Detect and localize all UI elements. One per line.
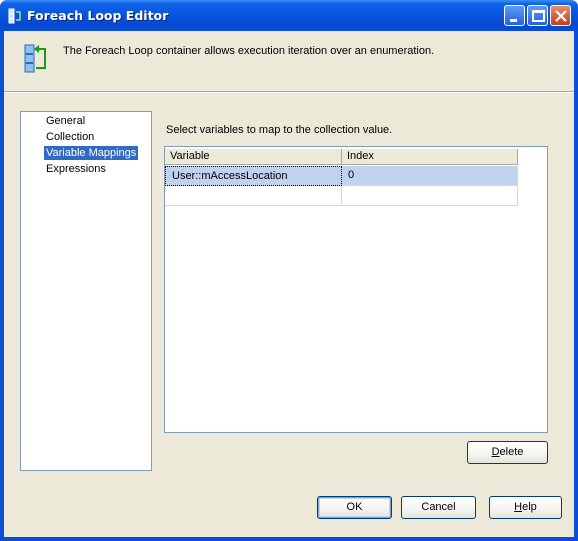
cell-index-new[interactable] — [342, 186, 518, 206]
nav-item-expressions[interactable]: Expressions — [44, 162, 108, 176]
foreach-loop-container-icon — [24, 44, 46, 73]
cancel-button[interactable]: Cancel — [401, 496, 476, 519]
header-separator — [4, 91, 574, 93]
close-button[interactable] — [550, 5, 571, 26]
page-list[interactable]: General Collection Variable Mappings Exp… — [20, 111, 152, 471]
column-header-variable[interactable]: Variable — [165, 149, 342, 165]
close-icon — [555, 10, 567, 22]
cell-index[interactable]: 0 — [342, 166, 518, 186]
variable-mappings-grid[interactable]: Variable Index User::mAccessLocation 0 — [164, 146, 548, 433]
column-header-index[interactable]: Index — [342, 149, 518, 165]
nav-item-variable-mappings[interactable]: Variable Mappings — [44, 146, 139, 160]
ok-button[interactable]: OK — [317, 496, 392, 519]
minimize-icon — [510, 19, 517, 22]
window-title: Foreach Loop Editor — [27, 8, 169, 23]
cell-variable-new[interactable] — [165, 186, 342, 206]
mapping-prompt: Select variables to map to the collectio… — [166, 124, 393, 136]
minimize-button[interactable] — [504, 5, 525, 26]
help-label-rest: elp — [522, 501, 537, 513]
title-bar[interactable]: Foreach Loop Editor — [0, 0, 578, 31]
delete-button[interactable]: Delete — [467, 441, 548, 464]
delete-mnemonic: D — [491, 446, 500, 458]
delete-label-rest: elete — [499, 446, 524, 458]
dialog-window: Foreach Loop Editor The Foreach Loop con… — [0, 0, 578, 541]
dialog-client-area: The Foreach Loop container allows execut… — [4, 31, 574, 537]
foreach-loop-icon — [8, 8, 21, 24]
help-button[interactable]: Help — [489, 496, 562, 519]
cell-variable[interactable]: User::mAccessLocation — [165, 166, 342, 186]
maximize-icon — [532, 10, 545, 22]
nav-item-general[interactable]: General — [44, 114, 87, 128]
help-mnemonic: H — [514, 501, 523, 513]
header-description: The Foreach Loop container allows execut… — [63, 45, 435, 57]
maximize-button[interactable] — [527, 5, 548, 26]
nav-item-collection[interactable]: Collection — [44, 130, 96, 144]
